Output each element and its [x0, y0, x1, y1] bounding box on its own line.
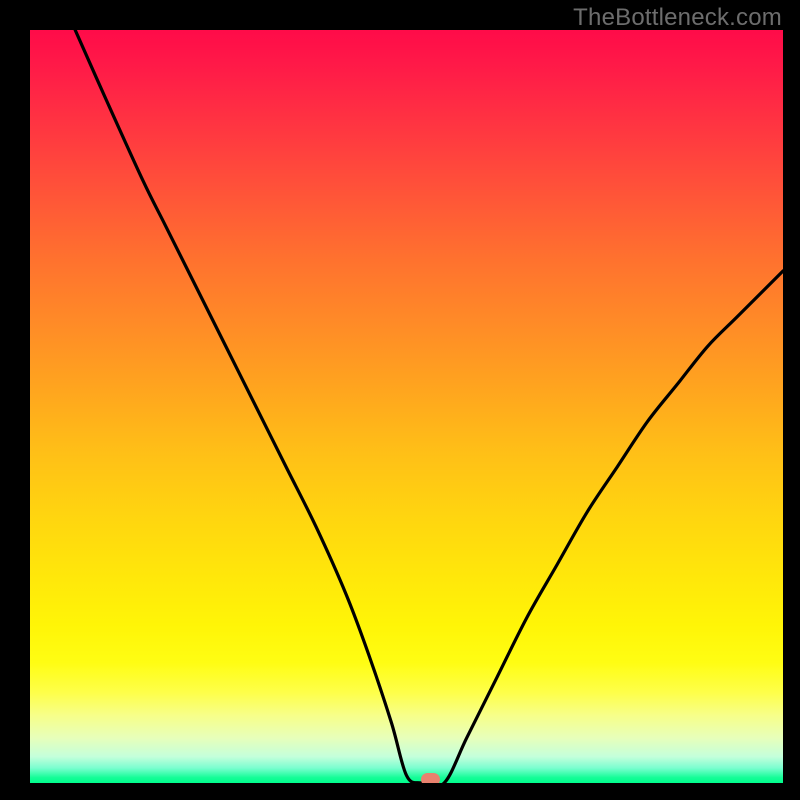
watermark-text: TheBottleneck.com — [573, 4, 782, 32]
bottleneck-curve — [30, 30, 783, 783]
chart-frame: TheBottleneck.com — [0, 0, 800, 800]
plot-area — [30, 30, 783, 783]
optimum-marker — [421, 773, 440, 784]
